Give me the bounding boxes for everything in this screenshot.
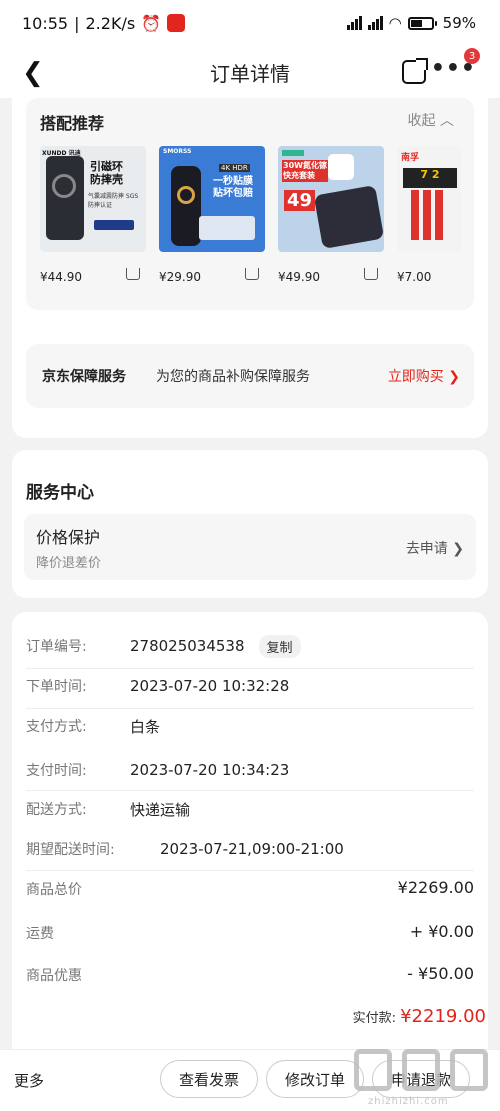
product-sub: 气囊减震防摔 SGS防摔认证	[88, 193, 139, 209]
status-bar: 10:55 | 2.2K/s ⏰ ◠ 59%	[0, 0, 500, 46]
order-number-label: 订单编号:	[26, 639, 87, 655]
buy-now-button[interactable]: 立即购买 ❯	[388, 366, 460, 386]
order-time-row: 下单时间: 2023-07-20 10:32:28	[26, 677, 290, 695]
price-protection-sub: 降价退差价	[36, 556, 102, 571]
payment-method-row: 支付方式: 白条	[26, 717, 161, 736]
service-title: 服务中心	[26, 483, 94, 503]
price-protection-item[interactable]: 价格保护 降价退差价 去申请 ❯	[24, 514, 476, 580]
signal-icon-2	[367, 16, 383, 30]
apply-link[interactable]: 去申请 ❯	[406, 538, 464, 558]
service-center-card: 服务中心 价格保护 降价退差价 去申请 ❯	[12, 450, 488, 598]
order-number-row: 订单编号: 278025034538 复制	[26, 626, 474, 666]
cart-icon[interactable]	[245, 268, 259, 280]
alarm-icon: ⏰	[141, 13, 162, 33]
recommend-card: 搭配推荐 收起 ︿ XUNDD 讯迪 引磁环 防摔壳 气囊减震防摔 SGS防摔认…	[12, 98, 488, 438]
product-headline: 一秒贴膜 贴坏包赔	[213, 176, 253, 199]
watermark-logo: zhizhizhi.com	[354, 1049, 494, 1107]
expected-delivery: 2023-07-21,09:00-21:00	[160, 840, 344, 858]
view-invoice-button[interactable]: 查看发票	[160, 1060, 258, 1098]
page-title: 订单详情	[210, 61, 290, 86]
product-headline: 7 2	[403, 168, 457, 188]
product-image[interactable]: XUNDD 讯迪 引磁环 防摔壳 气囊减震防摔 SGS防摔认证	[40, 146, 146, 252]
payment-method: 白条	[130, 717, 161, 736]
product-image[interactable]: 南孚 7 2	[397, 146, 461, 252]
recommend-section: 搭配推荐 收起 ︿ XUNDD 讯迪 引磁环 防摔壳 气囊减震防摔 SGS防摔认…	[26, 98, 474, 310]
product-image[interactable]: 30W氮化镓 快充套装 49	[278, 146, 384, 252]
bottom-action-bar: 更多 查看发票 修改订单 申请退款 zhizhizhi.com	[0, 1049, 500, 1111]
app-notification-icon	[167, 14, 186, 32]
product-brand: XUNDD 讯迪	[42, 150, 81, 157]
more-button[interactable]: 更多	[14, 1070, 44, 1091]
paid-amount: ¥2219.00	[400, 1006, 486, 1027]
freight-amount: + ¥0.00	[409, 922, 474, 941]
product-brand: SMORSS	[163, 148, 192, 155]
product-price: ¥49.90	[278, 270, 320, 284]
product-card[interactable]: 南孚 7 2 ¥7.00	[397, 146, 461, 284]
total-amount: ¥2269.00	[397, 878, 474, 897]
wifi-icon: ◠	[388, 14, 402, 32]
status-time: 10:55	[22, 13, 69, 33]
shipping-method-row: 配送方式: 快递运输	[26, 800, 191, 819]
product-price: ¥44.90	[40, 270, 82, 284]
product-sub: 49	[284, 190, 316, 211]
guarantee-service[interactable]: 京东保障服务 为您的商品补购保障服务 立即购买 ❯	[26, 344, 474, 408]
paid-label: 实付款:	[352, 1011, 396, 1026]
order-info-card: 订单编号: 278025034538 复制 下单时间: 2023-07-20 1…	[12, 612, 488, 1072]
product-price: ¥29.90	[159, 270, 201, 284]
back-icon[interactable]: ❮	[22, 58, 44, 88]
network-speed: 2.2K/s	[85, 13, 136, 33]
price-protection-label: 价格保护	[36, 528, 101, 547]
product-card[interactable]: 30W氮化镓 快充套装 49 ¥49.90	[278, 146, 384, 284]
product-card[interactable]: SMORSS 4K HDR 一秒贴膜 贴坏包赔 ¥29.90	[159, 146, 265, 284]
cart-icon[interactable]	[364, 268, 378, 280]
guarantee-desc: 为您的商品补购保障服务	[156, 369, 310, 385]
signal-icon	[346, 16, 362, 30]
product-image[interactable]: SMORSS 4K HDR 一秒贴膜 贴坏包赔	[159, 146, 265, 252]
product-card[interactable]: XUNDD 讯迪 引磁环 防摔壳 气囊减震防摔 SGS防摔认证 ¥44.90	[40, 146, 146, 284]
battery-level: 59%	[442, 14, 476, 32]
share-icon[interactable]	[402, 58, 428, 84]
order-time: 2023-07-20 10:32:28	[130, 677, 290, 695]
message-badge: 3	[464, 48, 480, 64]
expected-delivery-row: 期望配送时间: 2023-07-21,09:00-21:00	[26, 840, 344, 858]
shipping-method: 快递运输	[130, 800, 191, 819]
product-headline: 引磁环 防摔壳	[90, 160, 123, 186]
freight-row: 运费	[26, 926, 54, 942]
product-sub: 4K HDR	[219, 164, 250, 172]
battery-icon	[407, 16, 437, 30]
modify-order-button[interactable]: 修改订单	[266, 1060, 364, 1098]
payment-time-row: 支付时间: 2023-07-20 10:34:23	[26, 761, 290, 779]
cart-icon[interactable]	[126, 268, 140, 280]
recommend-title: 搭配推荐	[40, 114, 105, 133]
watermark-text: zhizhizhi.com	[368, 1096, 449, 1107]
collapse-button[interactable]: 收起 ︿	[408, 110, 454, 130]
paid-amount-row: 实付款: ¥2219.00	[353, 1006, 486, 1027]
chevron-up-icon: ︿	[440, 113, 454, 129]
product-brand: 南孚	[401, 153, 420, 163]
copy-button[interactable]: 复制	[258, 634, 301, 658]
order-number: 278025034538	[130, 637, 245, 655]
discount-amount: - ¥50.00	[407, 964, 474, 983]
guarantee-title: 京东保障服务	[42, 369, 126, 385]
payment-time: 2023-07-20 10:34:23	[130, 761, 290, 779]
product-price: ¥7.00	[397, 270, 432, 284]
product-headline: 30W氮化镓 快充套装	[282, 160, 328, 182]
nav-bar: ❮ 订单详情 ••• 3	[0, 46, 500, 98]
